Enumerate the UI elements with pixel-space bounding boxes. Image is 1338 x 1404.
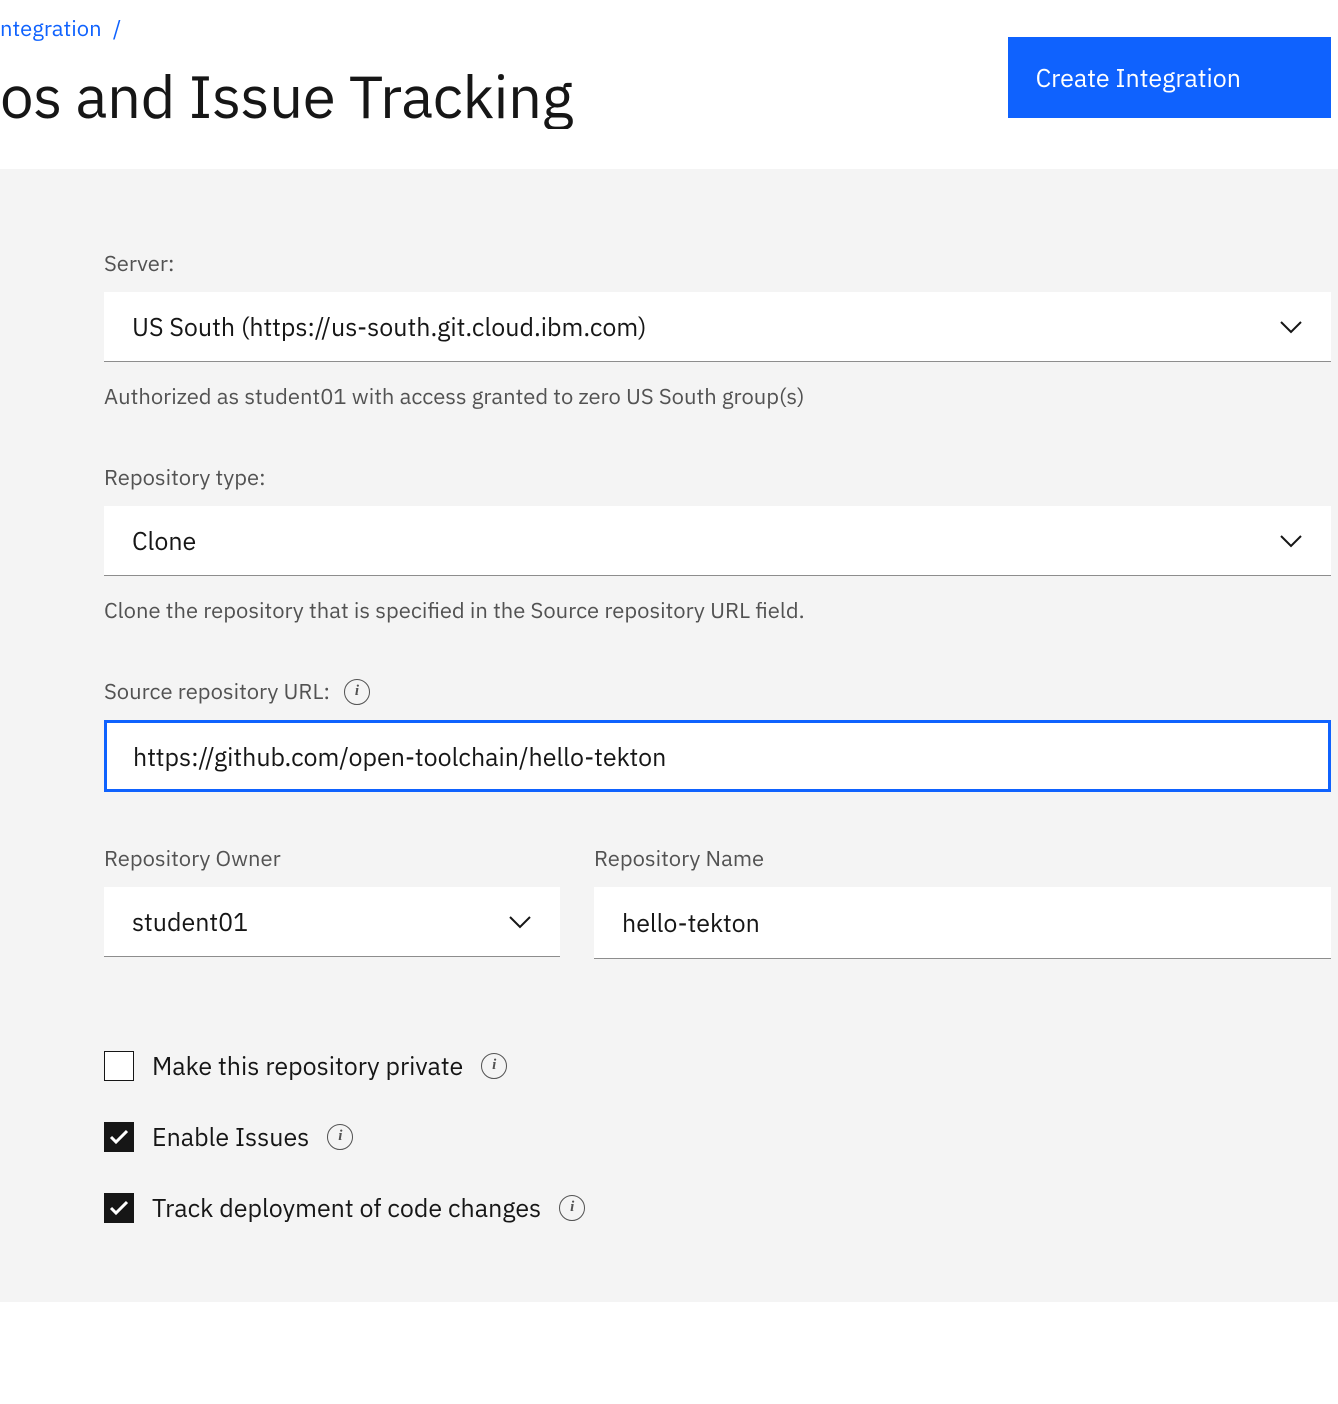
server-helper-text: Authorized as student01 with access gran… bbox=[104, 382, 1331, 411]
repo-name-label: Repository Name bbox=[594, 844, 1331, 873]
chevron-down-icon bbox=[1279, 320, 1303, 334]
repo-type-group: Repository type: Clone Clone the reposit… bbox=[104, 463, 1331, 625]
info-icon[interactable]: i bbox=[344, 679, 370, 705]
chevron-down-icon bbox=[508, 915, 532, 929]
info-icon[interactable]: i bbox=[481, 1053, 507, 1079]
source-url-group: Source repository URL: i bbox=[104, 677, 1331, 792]
page-header: ntegration / os and Issue Tracking Creat… bbox=[0, 0, 1338, 169]
source-url-label: Source repository URL: i bbox=[104, 677, 1331, 706]
owner-select-value: student01 bbox=[132, 905, 248, 938]
private-checkbox[interactable] bbox=[104, 1051, 134, 1081]
source-url-input[interactable] bbox=[104, 720, 1331, 792]
repo-name-input[interactable] bbox=[594, 887, 1331, 959]
breadcrumb-link[interactable]: ntegration bbox=[0, 14, 102, 43]
owner-label: Repository Owner bbox=[104, 844, 560, 873]
private-checkbox-label: Make this repository private bbox=[152, 1049, 463, 1082]
server-group: Server: US South (https://us-south.git.c… bbox=[104, 249, 1331, 411]
server-select[interactable]: US South (https://us-south.git.cloud.ibm… bbox=[104, 292, 1331, 362]
create-integration-button[interactable]: Create Integration bbox=[1008, 37, 1331, 118]
repo-type-label: Repository type: bbox=[104, 463, 1331, 492]
owner-name-row: Repository Owner student01 Repository Na… bbox=[104, 844, 1331, 959]
checkbox-section: Make this repository private i Enable Is… bbox=[104, 1049, 1331, 1224]
breadcrumb-separator: / bbox=[107, 14, 127, 43]
issues-checkbox[interactable] bbox=[104, 1122, 134, 1152]
private-checkbox-row: Make this repository private i bbox=[104, 1049, 1331, 1082]
repo-type-helper-text: Clone the repository that is specified i… bbox=[104, 596, 1331, 625]
repo-name-group: Repository Name bbox=[594, 844, 1331, 959]
track-checkbox-row: Track deployment of code changes i bbox=[104, 1191, 1331, 1224]
chevron-down-icon bbox=[1279, 534, 1303, 548]
info-icon[interactable]: i bbox=[559, 1195, 585, 1221]
server-select-value: US South (https://us-south.git.cloud.ibm… bbox=[132, 310, 647, 343]
repo-type-select-value: Clone bbox=[132, 524, 196, 557]
form-area: Server: US South (https://us-south.git.c… bbox=[0, 169, 1338, 1302]
track-checkbox-label: Track deployment of code changes bbox=[152, 1191, 541, 1224]
info-icon[interactable]: i bbox=[327, 1124, 353, 1150]
issues-checkbox-label: Enable Issues bbox=[152, 1120, 309, 1153]
repo-type-select[interactable]: Clone bbox=[104, 506, 1331, 576]
issues-checkbox-row: Enable Issues i bbox=[104, 1120, 1331, 1153]
server-label: Server: bbox=[104, 249, 1331, 278]
owner-select[interactable]: student01 bbox=[104, 887, 560, 957]
source-url-label-text: Source repository URL: bbox=[104, 677, 330, 706]
track-checkbox[interactable] bbox=[104, 1193, 134, 1223]
owner-group: Repository Owner student01 bbox=[104, 844, 560, 959]
